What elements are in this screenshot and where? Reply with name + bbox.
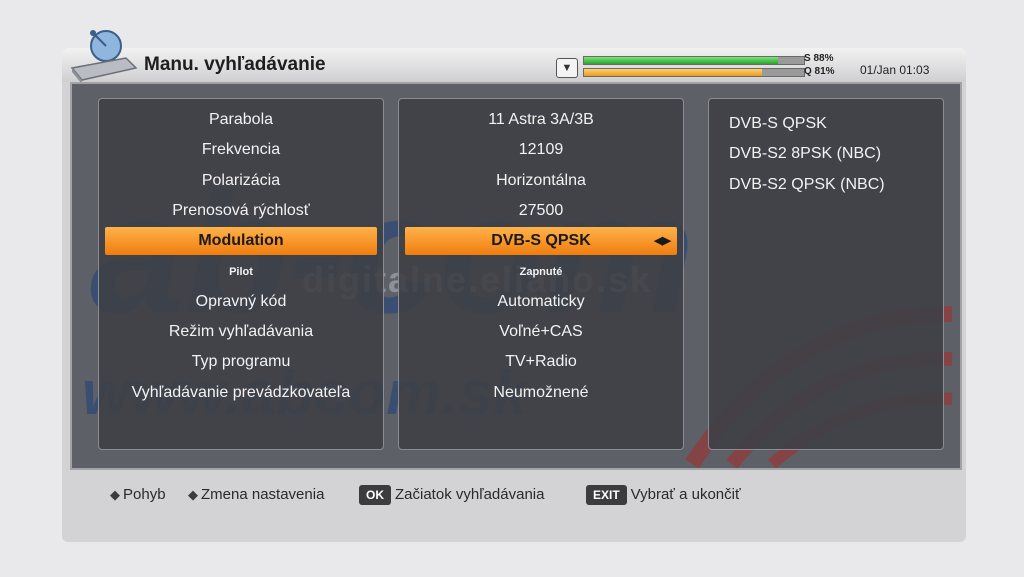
setting-label[interactable]: Polarizácia: [105, 167, 377, 195]
setting-label[interactable]: Parabola: [105, 106, 377, 134]
modulation-option[interactable]: DVB-S QPSK: [729, 110, 933, 138]
header-bar: Manu. vyhľadávanie ▼ S 88% Q 81% 01/Jan …: [62, 30, 966, 84]
setting-value-text: DVB-S QPSK: [491, 232, 591, 250]
setting-label[interactable]: Vyhľadávanie prevádzkovateľa: [105, 379, 377, 407]
main-area: ab-com www.abcom.sk digitalne.eliano.sk …: [70, 82, 962, 470]
setting-label[interactable]: Režim vyhľadávania: [105, 318, 377, 346]
help-move: ◆ Pohyb: [110, 480, 166, 510]
setting-label[interactable]: Frekvencia: [105, 136, 377, 164]
help-ok: OK Začiatok vyhľadávania: [359, 480, 544, 510]
setting-value-text: 27500: [518, 201, 564, 219]
setting-label[interactable]: Prenosová rýchlosť: [105, 197, 377, 225]
signal-strength-label: S 88%: [804, 53, 834, 64]
settings-value-panel: 11 Astra 3A/3B 12109 Horizontálna 27500 DVB-…: [398, 98, 684, 450]
setting-value[interactable]: DVB-S QPSK ◀▶: [405, 227, 677, 256]
setting-label[interactable]: Opravný kód: [105, 288, 377, 316]
setting-value-text: Zapnuté: [519, 265, 563, 278]
footer-help: ◆ Pohyb ◆ Zmena nastavenia OK Začiatok vyhľ…: [62, 480, 966, 510]
setting-value[interactable]: Automaticky: [405, 288, 677, 316]
clock: 01/Jan 01:03: [860, 63, 930, 77]
setting-label[interactable]: Typ programu: [105, 348, 377, 376]
setting-value[interactable]: 12109: [405, 136, 677, 164]
receiver-screen: Manu. vyhľadávanie ▼ S 88% Q 81% 01/Jan …: [62, 30, 966, 542]
setting-label[interactable]: Pilot: [105, 258, 377, 286]
help-change-label: Zmena nastavenia: [201, 486, 325, 503]
setting-value[interactable]: Horizontálna: [405, 167, 677, 195]
setting-value-text: 11 Astra 3A/3B: [488, 111, 594, 128]
signal-quality-bar: [583, 68, 805, 77]
setting-value[interactable]: Neumožnené: [405, 379, 677, 407]
help-move-label: Pohyb: [123, 486, 166, 503]
signal-strength-bar: [583, 56, 805, 65]
help-change: ◆ Zmena nastavenia: [188, 480, 324, 510]
setting-value[interactable]: 11 Astra 3A/3B: [405, 106, 677, 134]
setting-value-text: TV+Radio: [505, 353, 577, 371]
setting-value-text: Voľné+CAS: [499, 323, 583, 341]
setting-value-text: Automaticky: [497, 292, 585, 310]
page-title: Manu. vyhľadávanie: [144, 54, 326, 75]
signal-icon: ▼: [556, 58, 578, 78]
settings-label-panel: Parabola Frekvencia Polarizácia Prenosová r…: [98, 98, 384, 450]
left-right-arrow-icon: ◆: [188, 487, 198, 502]
satellite-dish-icon: [70, 30, 138, 84]
setting-value[interactable]: Zapnuté: [405, 258, 677, 286]
exit-key[interactable]: EXIT: [586, 485, 627, 505]
modulation-options-panel: DVB-S QPSK DVB-S2 8PSK (NBC) DVB-S2 QPSK (…: [708, 98, 944, 450]
modulation-option[interactable]: DVB-S2 QPSK (NBC): [729, 171, 933, 199]
help-ok-label: Začiatok vyhľadávania: [395, 486, 545, 503]
modulation-option[interactable]: DVB-S2 8PSK (NBC): [729, 140, 933, 168]
setting-value-text: Horizontálna: [496, 171, 586, 189]
setting-value[interactable]: TV+Radio: [405, 348, 677, 376]
setting-value[interactable]: 27500: [405, 197, 677, 225]
setting-value-text: Neumožnené: [493, 383, 589, 401]
setting-label[interactable]: Modulation: [105, 227, 377, 256]
setting-value[interactable]: Voľné+CAS: [405, 318, 677, 346]
ok-key[interactable]: OK: [359, 485, 391, 505]
setting-value-text: 12109: [518, 141, 564, 159]
up-down-arrow-icon: ◆: [110, 487, 120, 502]
signal-quality-label: Q 81%: [804, 66, 835, 77]
help-exit: EXIT Vybrať a ukončiť: [586, 480, 741, 510]
help-exit-label: Vybrať a ukončiť: [630, 486, 741, 503]
left-right-arrows-icon[interactable]: ◀▶: [654, 227, 671, 255]
